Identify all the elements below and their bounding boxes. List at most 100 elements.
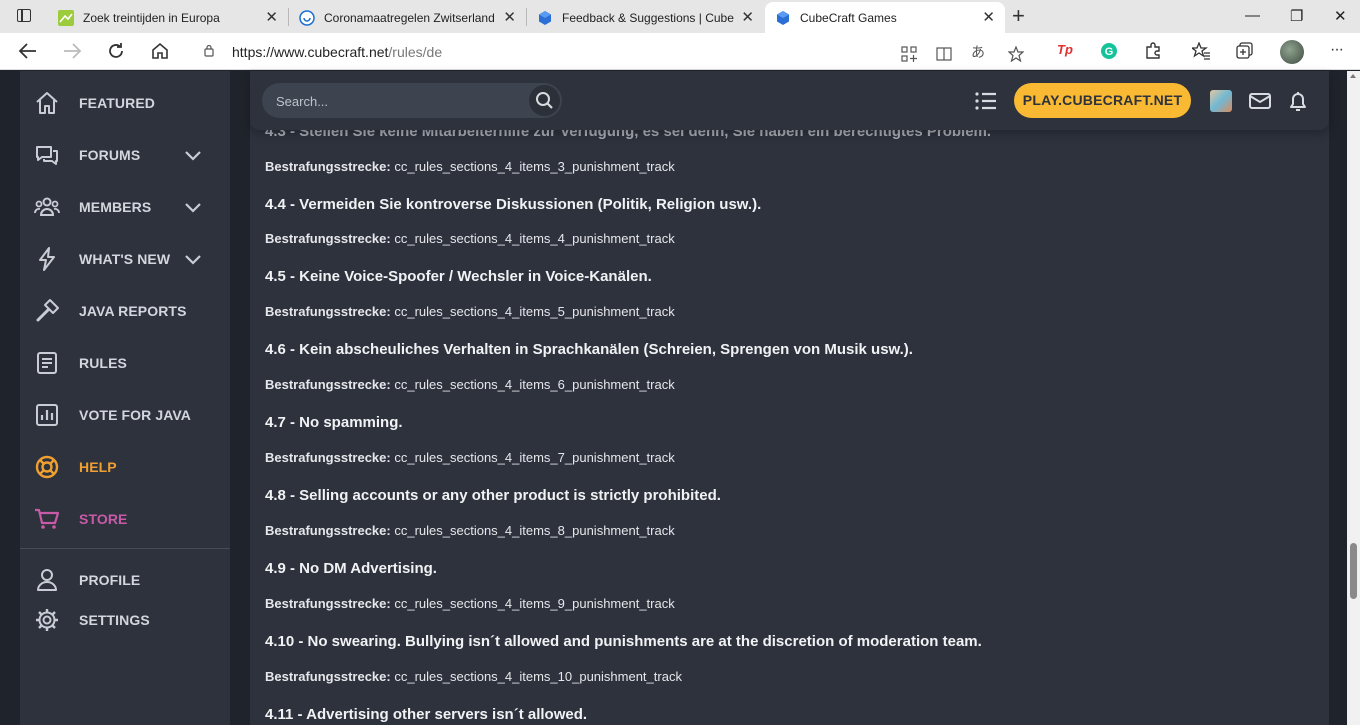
trein-favicon-icon: [58, 9, 74, 26]
forward-arrow-icon[interactable]: [62, 42, 82, 60]
sidebar-item-rules[interactable]: RULES: [20, 343, 230, 383]
sidebar-item-help[interactable]: HELP: [20, 447, 230, 487]
rules-content: 4.3 - Stellen Sie keine Mitarbeiterhilfe…: [250, 71, 1329, 725]
grammarly-extension-icon[interactable]: G: [1100, 42, 1118, 60]
reload-icon[interactable]: [106, 41, 126, 61]
mail-icon[interactable]: [1248, 89, 1272, 113]
translate-icon[interactable]: あ: [971, 42, 987, 60]
punishment-track: Bestrafungsstrecke: cc_rules_sections_4_…: [265, 304, 675, 319]
search-button[interactable]: [529, 85, 560, 116]
tab-close-icon[interactable]: ✕: [503, 10, 516, 25]
track-value: cc_rules_sections_4_items_9_punishment_t…: [394, 596, 675, 611]
user-avatar[interactable]: [1210, 90, 1232, 112]
reader-view-icon[interactable]: [936, 46, 952, 62]
punishment-track: Bestrafungsstrecke: cc_rules_sections_4_…: [265, 231, 675, 246]
sidebar-item-java-reports[interactable]: JAVA REPORTS: [20, 291, 230, 331]
sidebar-item-forums[interactable]: FORUMS: [20, 135, 230, 175]
tab-title: Feedback & Suggestions | CubeC: [562, 10, 734, 25]
rule-title: 4.6 - Kein abscheuliches Verhalten in Sp…: [265, 341, 913, 358]
gear-icon: [36, 609, 58, 631]
cubecraft-favicon-icon: [777, 10, 789, 25]
sidebar: FEATURED FORUMS MEMBERS WHAT'S NEW JAVA …: [20, 71, 230, 725]
search-icon: [536, 92, 553, 109]
extensions-puzzle-icon[interactable]: [1144, 42, 1162, 60]
track-value: cc_rules_sections_4_items_7_punishment_t…: [394, 450, 675, 465]
track-label: Bestrafungsstrecke:: [265, 231, 391, 246]
sidebar-item-label: STORE: [79, 511, 128, 527]
favorite-add-icon[interactable]: [1008, 46, 1024, 62]
sidebar-item-label: MEMBERS: [79, 199, 152, 215]
tab-actions-icon: [17, 9, 31, 22]
track-value: cc_rules_sections_4_items_10_punishment_…: [394, 669, 682, 684]
scrollbar-thumb[interactable]: [1350, 543, 1357, 599]
new-tab-button[interactable]: +: [1012, 5, 1025, 27]
track-label: Bestrafungsstrecke:: [265, 450, 391, 465]
window-close-button[interactable]: ✕: [1334, 7, 1347, 25]
members-icon: [34, 197, 60, 216]
search-input[interactable]: [276, 91, 516, 111]
rule-title: 4.10 - No swearing. Bullying isn´t allow…: [265, 633, 982, 650]
chevron-down-icon[interactable]: [184, 201, 202, 213]
browser-tab-bar: Zoek treintijden in Europa ✕ Coronamaatr…: [0, 0, 1360, 33]
tp-extension-icon[interactable]: Tp: [1057, 42, 1075, 60]
collections-icon[interactable]: [1236, 42, 1254, 60]
menu-list-icon[interactable]: [974, 89, 998, 113]
home-icon: [36, 92, 58, 114]
sidebar-item-label: WHAT'S NEW: [79, 251, 171, 267]
browser-menu-icon[interactable]: ···: [1330, 41, 1348, 59]
play-cubecraft-button[interactable]: PLAY.CUBECRAFT.NET: [1014, 83, 1191, 118]
punishment-track: Bestrafungsstrecke: cc_rules_sections_4_…: [265, 669, 682, 684]
sidebar-item-store[interactable]: STORE: [20, 499, 230, 539]
address-bar[interactable]: https://www.cubecraft.net/rules/de あ: [188, 36, 1036, 66]
tab-close-icon[interactable]: ✕: [741, 10, 754, 25]
bell-icon[interactable]: [1286, 89, 1310, 113]
sidebar-item-profile[interactable]: PROFILE: [20, 560, 230, 600]
track-label: Bestrafungsstrecke:: [265, 596, 391, 611]
rule-title: 4.11 - Advertising other servers isn´t a…: [265, 706, 588, 723]
minimize-button[interactable]: —: [1245, 7, 1260, 24]
sidebar-item-whats-new[interactable]: WHAT'S NEW: [20, 239, 230, 279]
sidebar-item-label: FORUMS: [79, 147, 141, 163]
tab-feedback[interactable]: Feedback & Suggestions | CubeC ✕: [527, 2, 764, 33]
sidebar-item-settings[interactable]: SETTINGS: [20, 600, 230, 640]
track-value: cc_rules_sections_4_items_6_punishment_t…: [394, 377, 675, 392]
lightning-icon: [39, 247, 55, 271]
profile-avatar[interactable]: [1280, 40, 1304, 64]
rule-title: 4.5 - Keine Voice-Spoofer / Wechsler in …: [265, 268, 652, 285]
back-arrow-icon[interactable]: [18, 42, 38, 60]
tab-title: Zoek treintijden in Europa: [83, 10, 220, 25]
url-path: /rules/de: [388, 44, 443, 60]
chevron-down-icon[interactable]: [184, 253, 202, 265]
page-scrollbar[interactable]: [1347, 71, 1360, 725]
chevron-down-icon[interactable]: [184, 149, 202, 161]
punishment-track: Bestrafungsstrecke: cc_rules_sections_4_…: [265, 159, 675, 174]
punishment-track: Bestrafungsstrecke: cc_rules_sections_4_…: [265, 523, 675, 538]
cubecraft-favicon-icon: [539, 10, 551, 25]
url-text: https://www.cubecraft.net/rules/de: [232, 44, 442, 60]
track-value: cc_rules_sections_4_items_3_punishment_t…: [394, 159, 675, 174]
sidebar-item-label: FEATURED: [79, 95, 155, 111]
site-header: PLAY.CUBECRAFT.NET: [250, 71, 1329, 130]
lifebuoy-icon: [35, 455, 59, 479]
home-browser-icon[interactable]: [150, 41, 170, 61]
tab-close-icon[interactable]: ✕: [982, 10, 995, 25]
rule-title: 4.4 - Vermeiden Sie kontroverse Diskussi…: [265, 196, 762, 213]
url-host: https://www.cubecraft.net: [232, 44, 389, 60]
tab-cubecraft-games[interactable]: CubeCraft Games ✕: [765, 2, 1005, 33]
hammer-icon: [36, 299, 59, 322]
sidebar-item-featured[interactable]: FEATURED: [20, 83, 230, 123]
apps-icon[interactable]: [901, 46, 917, 62]
tab-actions-button[interactable]: [10, 5, 40, 27]
sidebar-item-vote-for-java[interactable]: VOTE FOR JAVA: [20, 395, 230, 435]
favorites-icon[interactable]: [1192, 42, 1210, 60]
scroll-up-arrow-icon[interactable]: [1350, 74, 1356, 78]
chat-icon: [36, 146, 58, 165]
track-value: cc_rules_sections_4_items_4_punishment_t…: [394, 231, 675, 246]
punishment-track: Bestrafungsstrecke: cc_rules_sections_4_…: [265, 596, 675, 611]
tab-treintijden[interactable]: Zoek treintijden in Europa ✕: [48, 2, 288, 33]
sidebar-item-label: SETTINGS: [79, 612, 150, 628]
tab-close-icon[interactable]: ✕: [265, 10, 278, 25]
sidebar-item-members[interactable]: MEMBERS: [20, 187, 230, 227]
restore-button[interactable]: ❐: [1290, 7, 1303, 25]
tab-coronamaatregelen[interactable]: Coronamaatregelen Zwitserland ✕: [289, 2, 526, 33]
